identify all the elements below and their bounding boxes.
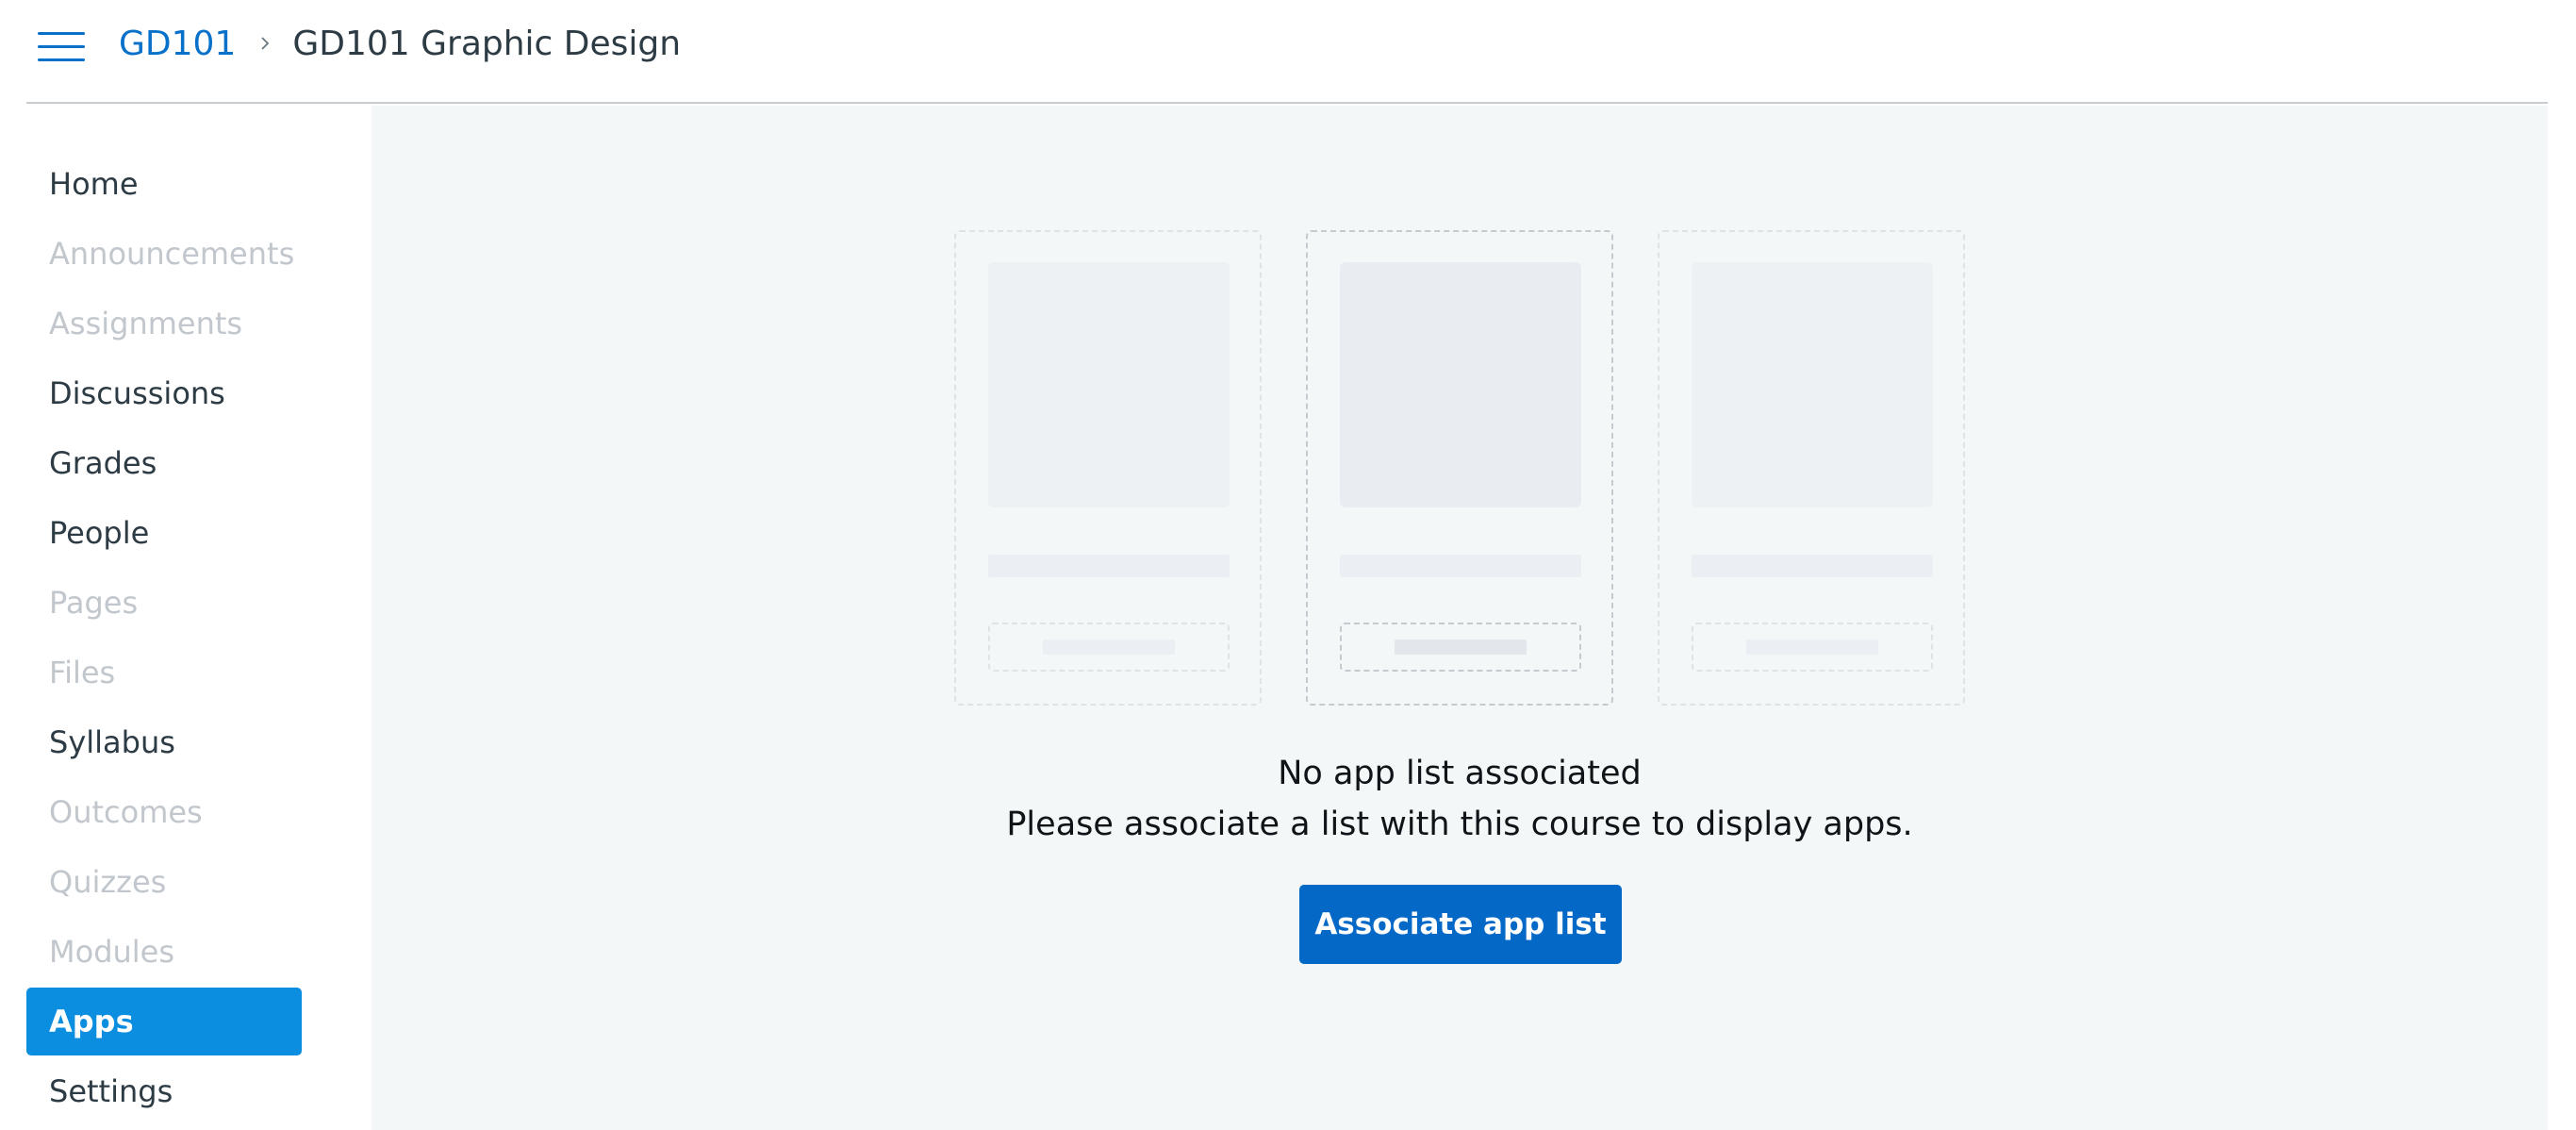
hamburger-line [38, 45, 85, 48]
placeholder-text-line [988, 555, 1230, 577]
sidebar-item-grades[interactable]: Grades [26, 429, 302, 497]
sidebar-item-apps[interactable]: Apps [26, 988, 302, 1055]
hamburger-menu-icon[interactable] [38, 30, 85, 64]
empty-state-description: Please associate a list with this course… [1006, 806, 1913, 843]
placeholder-button [1340, 623, 1581, 672]
placeholder-image [1692, 262, 1933, 507]
sidebar-item-people[interactable]: People [26, 499, 302, 567]
hamburger-line [38, 32, 85, 35]
top-header: GD101 GD101 Graphic Design [26, 0, 2548, 104]
sidebar-item-outcomes[interactable]: Outcomes [26, 778, 302, 846]
sidebar-item-assignments[interactable]: Assignments [26, 290, 302, 357]
sidebar-item-syllabus[interactable]: Syllabus [26, 708, 302, 776]
placeholder-app-card-featured [1306, 230, 1613, 706]
placeholder-image [988, 262, 1230, 507]
placeholder-button [988, 623, 1230, 672]
sidebar-item-files[interactable]: Files [26, 639, 302, 706]
hamburger-line [38, 58, 85, 61]
sidebar-item-quizzes[interactable]: Quizzes [26, 848, 302, 916]
main-content: No app list associated Please associate … [372, 106, 2548, 1130]
sidebar-item-settings[interactable]: Settings [26, 1057, 302, 1125]
breadcrumb: GD101 GD101 Graphic Design [119, 17, 681, 70]
placeholder-button-label [1746, 640, 1878, 655]
sidebar-item-modules[interactable]: Modules [26, 918, 302, 986]
sidebar-item-pages[interactable]: Pages [26, 569, 302, 637]
placeholder-button-label [1043, 640, 1175, 655]
placeholder-text-line [1692, 555, 1933, 577]
sidebar-item-home[interactable]: Home [26, 150, 302, 218]
associate-app-list-button[interactable]: Associate app list [1299, 885, 1622, 964]
empty-state-title: No app list associated [1278, 755, 1642, 792]
sidebar-item-discussions[interactable]: Discussions [26, 359, 302, 427]
placeholder-button [1692, 623, 1933, 672]
course-navigation: Home Announcements Assignments Discussio… [26, 104, 372, 1130]
breadcrumb-course-link[interactable]: GD101 [119, 25, 236, 63]
placeholder-app-card [1658, 230, 1965, 706]
placeholder-button-label [1395, 640, 1527, 655]
placeholder-text-line [1340, 555, 1581, 577]
app-page: GD101 GD101 Graphic Design Home Announce… [0, 0, 2576, 1130]
chevron-right-icon [261, 37, 270, 50]
sidebar-item-announcements[interactable]: Announcements [26, 220, 302, 288]
placeholder-image [1340, 262, 1581, 507]
placeholder-app-card [954, 230, 1262, 706]
breadcrumb-current-page: GD101 Graphic Design [292, 24, 682, 63]
